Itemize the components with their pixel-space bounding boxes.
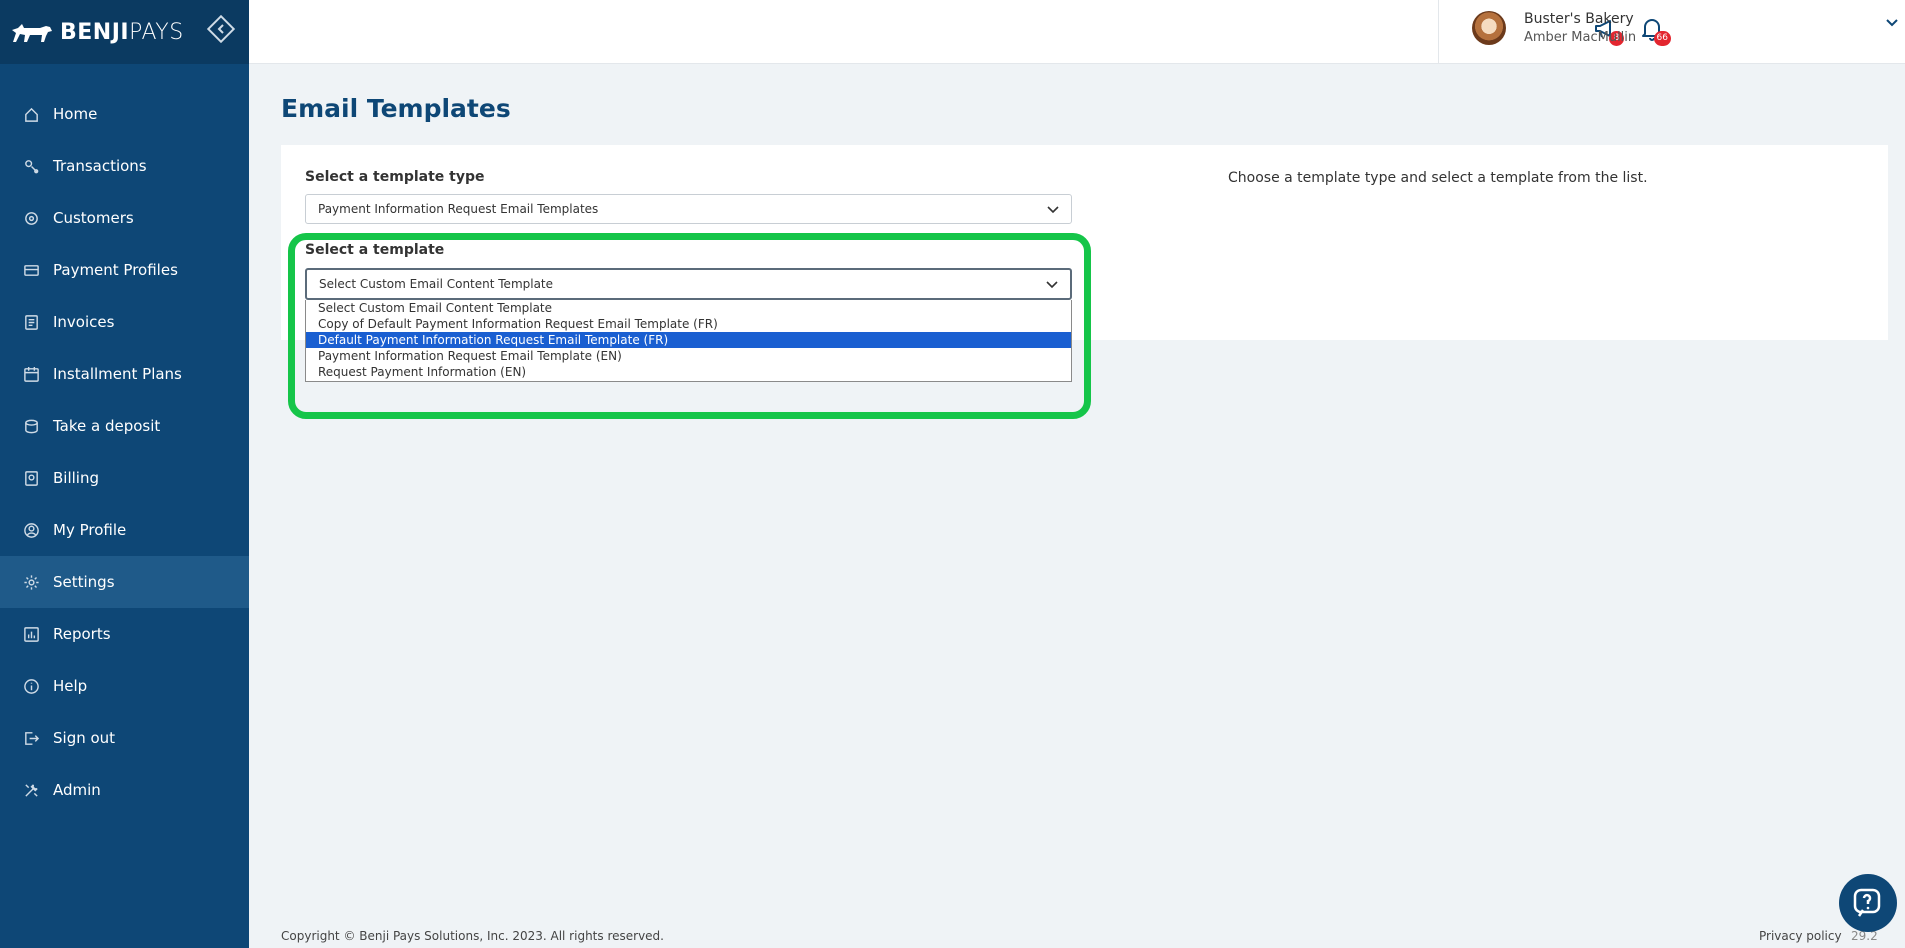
customers-icon <box>22 209 40 227</box>
template-type-select[interactable]: Payment Information Request Email Templa… <box>305 194 1072 224</box>
gear-icon <box>22 573 40 591</box>
deposit-icon <box>22 417 40 435</box>
template-dropdown-list: Select Custom Email Content Template Copy… <box>305 300 1072 382</box>
chevron-down-icon <box>1047 206 1059 214</box>
sidebar-item-label: Reports <box>53 625 111 643</box>
info-icon <box>22 677 40 695</box>
sidebar-nav: Home Transactions Customers Payment Profile… <box>0 88 249 816</box>
template-label: Select a template <box>305 242 445 258</box>
top-header: 8 66 <box>249 0 1905 64</box>
dropdown-option[interactable]: Select Custom Email Content Template <box>306 300 1071 316</box>
sign-out-icon <box>22 729 40 747</box>
sidebar-item-label: Installment Plans <box>53 365 182 383</box>
sidebar-item-label: Take a deposit <box>53 417 161 435</box>
payment-profiles-icon <box>22 261 40 279</box>
sidebar-item-customers[interactable]: Customers <box>0 192 249 244</box>
template-value: Select Custom Email Content Template <box>319 277 554 291</box>
help-chat-button[interactable] <box>1839 874 1897 932</box>
sidebar-item-admin[interactable]: Admin <box>0 764 249 816</box>
copyright-text: Copyright © Benji Pays Solutions, Inc. 2… <box>281 929 664 943</box>
transactions-icon <box>22 157 40 175</box>
sidebar-item-reports[interactable]: Reports <box>0 608 249 660</box>
sidebar-item-label: Sign out <box>53 729 116 747</box>
sidebar-item-label: Billing <box>53 469 99 487</box>
account-name[interactable]: Buster's Bakery <box>1524 11 1634 27</box>
sidebar-item-help[interactable]: Help <box>0 660 249 712</box>
chat-question-icon <box>1853 888 1881 917</box>
chevron-down-icon <box>1046 281 1058 289</box>
user-name[interactable]: Amber MacMullin <box>1524 30 1636 45</box>
home-icon <box>22 105 40 123</box>
reports-icon <box>22 625 40 643</box>
sidebar-item-transactions[interactable]: Transactions <box>0 140 249 192</box>
sidebar-item-settings[interactable]: Settings <box>0 556 249 608</box>
template-select[interactable]: Select Custom Email Content Template <box>305 268 1072 300</box>
avatar[interactable] <box>1472 11 1506 45</box>
dropdown-option[interactable]: Request Payment Information (EN) <box>306 364 1071 380</box>
sidebar-item-label: Customers <box>53 209 134 227</box>
dropdown-option[interactable]: Payment Information Request Email Templa… <box>306 348 1071 364</box>
dog-logo-icon <box>12 24 52 42</box>
user-icon <box>22 521 40 539</box>
sidebar-item-label: Home <box>53 105 98 123</box>
tools-icon <box>22 781 40 799</box>
sidebar-item-label: Transactions <box>53 157 147 175</box>
instruction-text: Choose a template type and select a temp… <box>1228 170 1648 186</box>
privacy-policy-link[interactable]: Privacy policy <box>1759 929 1842 943</box>
dropdown-option[interactable]: Copy of Default Payment Information Requ… <box>306 316 1071 332</box>
sidebar-item-label: Help <box>53 677 88 695</box>
brand-logo-text[interactable]: BENJIPAYS <box>60 20 184 45</box>
sidebar-item-label: Admin <box>53 781 101 799</box>
sidebar-item-label: Settings <box>53 573 115 591</box>
calendar-icon <box>22 365 40 383</box>
sidebar-item-payment-profiles[interactable]: Payment Profiles <box>0 244 249 296</box>
sidebar-item-take-a-deposit[interactable]: Take a deposit <box>0 400 249 452</box>
header-divider <box>1438 0 1439 64</box>
sidebar-item-installment-plans[interactable]: Installment Plans <box>0 348 249 400</box>
sidebar-collapse-button[interactable] <box>206 14 236 44</box>
template-type-value: Payment Information Request Email Templa… <box>318 202 599 216</box>
dropdown-option[interactable]: Default Payment Information Request Emai… <box>306 332 1071 348</box>
sidebar-item-invoices[interactable]: Invoices <box>0 296 249 348</box>
notifications-button[interactable]: 66 <box>1639 16 1671 46</box>
sidebar-item-sign-out[interactable]: Sign out <box>0 712 249 764</box>
sidebar-item-home[interactable]: Home <box>0 88 249 140</box>
sidebar-item-label: Payment Profiles <box>53 261 178 279</box>
sidebar-item-label: My Profile <box>53 521 127 539</box>
invoices-icon <box>22 313 40 331</box>
sidebar-item-label: Invoices <box>53 313 115 331</box>
template-type-label: Select a template type <box>305 169 485 185</box>
sidebar-item-my-profile[interactable]: My Profile <box>0 504 249 556</box>
chevron-down-icon[interactable] <box>1885 16 1899 32</box>
billing-icon <box>22 469 40 487</box>
notifications-badge: 66 <box>1653 31 1671 46</box>
sidebar: BENJIPAYS Home Transactions Customers Payme… <box>0 0 249 948</box>
sidebar-item-billing[interactable]: Billing <box>0 452 249 504</box>
diamond-chevron-icon <box>206 14 236 44</box>
page-title: Email Templates <box>281 94 511 123</box>
